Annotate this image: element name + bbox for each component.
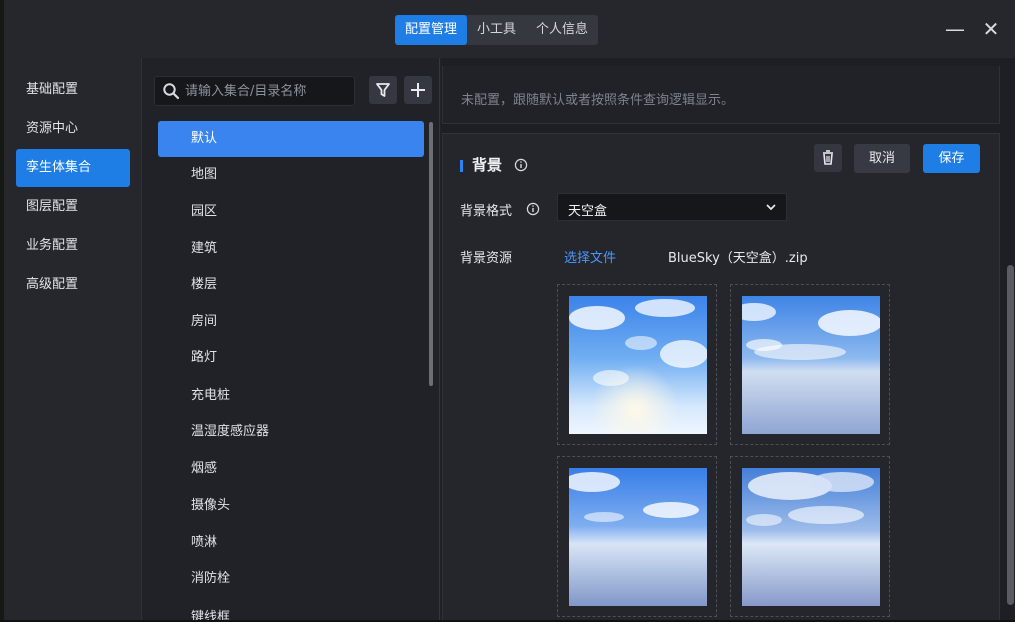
list-item-park[interactable]: 园区 [158, 194, 424, 230]
sidebar-item-layer-config[interactable]: 图层配置 [16, 188, 130, 226]
sidebar-item-basic-config[interactable]: 基础配置 [16, 71, 130, 109]
minimize-button[interactable]: — [944, 18, 966, 40]
title-bar: 配置管理 小工具 个人信息 — ✕ [4, 0, 1015, 58]
skybox-thumbnail-2[interactable] [730, 284, 890, 445]
sidebar-item-twin-collection[interactable]: 孪生体集合 [16, 149, 130, 187]
background-format-value: 天空盒 [568, 204, 608, 219]
sidebar-item-resource-center[interactable]: 资源中心 [16, 110, 130, 148]
add-button[interactable] [404, 76, 432, 104]
list-item-partial[interactable]: 键线框 [158, 600, 424, 622]
choose-file-link[interactable]: 选择文件 [564, 247, 616, 266]
detail-panel: 未配置，跟随默认或者按照条件查询逻辑显示。 背景 取消 保存 背景格式 天空盒 … [441, 58, 1015, 622]
tab-config-management[interactable]: 配置管理 [395, 15, 468, 45]
sidebar: 基础配置 资源中心 孪生体集合 图层配置 业务配置 高级配置 [4, 58, 142, 622]
info-icon[interactable] [514, 158, 528, 172]
filter-button[interactable] [369, 76, 397, 104]
list-item-default[interactable]: 默认 [158, 121, 424, 157]
search-input[interactable] [185, 77, 349, 105]
top-tabs: 配置管理 小工具 个人信息 [395, 15, 599, 45]
list-scrollbar[interactable] [429, 122, 433, 386]
close-button[interactable]: ✕ [980, 18, 1002, 40]
filter-icon [376, 83, 390, 97]
sky-image [742, 296, 880, 434]
info-icon[interactable] [526, 202, 540, 216]
list-item-streetlight[interactable]: 路灯 [158, 340, 424, 376]
config-window: 配置管理 小工具 个人信息 — ✕ 基础配置 资源中心 孪生体集合 图层配置 业… [4, 0, 1015, 622]
list-item-hydrant[interactable]: 消防栓 [158, 561, 424, 597]
tab-personal-info[interactable]: 个人信息 [526, 15, 598, 45]
chevron-down-icon [766, 204, 776, 211]
list-item-building[interactable]: 建筑 [158, 231, 424, 267]
section-marker [460, 160, 463, 172]
cancel-button[interactable]: 取消 [854, 144, 910, 173]
list-item-smoke-detector[interactable]: 烟感 [158, 451, 424, 487]
selected-file-name: BlueSky（天空盒）.zip [668, 251, 808, 266]
background-format-label: 背景格式 [460, 204, 513, 219]
skybox-thumbnail-4[interactable] [730, 456, 890, 617]
list-item-map[interactable]: 地图 [158, 157, 424, 193]
background-resource-label: 背景资源 [460, 251, 513, 266]
sidebar-item-advanced-config[interactable]: 高级配置 [16, 266, 130, 304]
notice-panel: 未配置，跟随默认或者按照条件查询逻辑显示。 [442, 66, 1000, 124]
list-item-humidity-sensor[interactable]: 温湿度感应器 [158, 414, 424, 450]
notice-text: 未配置，跟随默认或者按照条件查询逻辑显示。 [461, 93, 735, 108]
background-card: 背景 取消 保存 背景格式 天空盒 背景资源 选择文件 BlueSky（天空盒）… [442, 133, 1000, 622]
save-button[interactable]: 保存 [923, 144, 980, 173]
search-icon [163, 83, 180, 100]
search-box[interactable] [154, 76, 355, 106]
sidebar-item-business-config[interactable]: 业务配置 [16, 227, 130, 265]
collection-list-panel: 默认 地图 园区 建筑 楼层 房间 路灯 充电桩 温湿度感应器 烟感 摄像头 喷… [143, 58, 440, 622]
list-item-sprinkler[interactable]: 喷淋 [158, 525, 424, 561]
tab-small-tools[interactable]: 小工具 [467, 15, 526, 45]
background-format-select[interactable]: 天空盒 [557, 193, 787, 221]
plus-icon [411, 83, 425, 97]
sky-image [742, 468, 880, 606]
delete-button[interactable] [814, 144, 842, 172]
skybox-thumbnail-3[interactable] [557, 456, 717, 617]
list-item-room[interactable]: 房间 [158, 304, 424, 340]
trash-icon [823, 150, 833, 165]
skybox-thumbnail-1[interactable] [557, 284, 717, 445]
list-item-camera[interactable]: 摄像头 [158, 488, 424, 524]
detail-scrollbar[interactable] [1007, 265, 1014, 605]
sky-image [569, 296, 707, 434]
list-item-floor[interactable]: 楼层 [158, 267, 424, 303]
sky-image [569, 468, 707, 606]
section-title: 背景 [472, 156, 503, 174]
list-item-charger[interactable]: 充电桩 [158, 378, 424, 414]
